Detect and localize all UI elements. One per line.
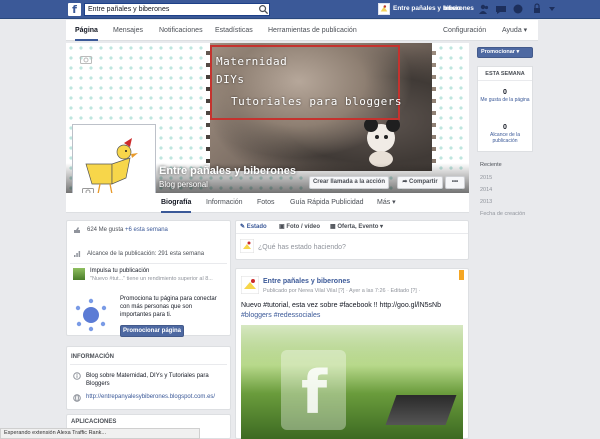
page-title[interactable]: Entre pañales y biberones — [159, 165, 296, 177]
reach-icon — [74, 251, 81, 257]
info-header: INFORMACIÓN — [71, 354, 114, 360]
info-icon — [73, 372, 81, 380]
timeline-2014[interactable]: 2014 — [480, 187, 492, 193]
likes-count[interactable]: 624 Me gusta +6 esta semana — [87, 227, 168, 233]
composer-photo-label: Foto / vídeo — [286, 224, 321, 230]
timeline-created[interactable]: Fecha de creación — [480, 211, 525, 217]
top-page-name-link[interactable]: Entre pañales y biberones — [393, 4, 474, 14]
composer-tab-offer[interactable]: ▦ Oferta, Evento ▾ — [330, 223, 383, 230]
more-options-button[interactable]: ••• — [445, 176, 465, 189]
week-likes-link[interactable]: Me gusta de la página — [480, 97, 530, 103]
website-link[interactable]: http://entrepanyalesybiberones.blogspot.… — [86, 394, 215, 400]
laptop-shape — [385, 395, 457, 425]
boost-thumbnail — [73, 268, 85, 280]
toy-figure-icon — [364, 118, 400, 167]
privacy-lock-icon[interactable] — [531, 3, 543, 15]
share-label: Compartir — [409, 179, 438, 185]
tab-biografia[interactable]: Biografía — [161, 193, 192, 213]
tab-guia-publicidad[interactable]: Guía Rápida Publicidad — [290, 193, 364, 213]
timeline-2015[interactable]: 2015 — [480, 175, 492, 181]
settings-dropdown-icon[interactable] — [546, 3, 558, 15]
tab-mensajes[interactable]: Mensajes — [113, 20, 143, 41]
friend-requests-icon[interactable] — [478, 3, 490, 15]
post-hashtags[interactable]: #bloggers #redessociales — [241, 312, 320, 319]
messages-icon[interactable] — [495, 3, 507, 15]
browser-status-bar: Esperando extensión Alexa Traffic Rank..… — [0, 428, 200, 439]
promote-page-button[interactable]: Promocionar página — [120, 325, 184, 337]
share-button[interactable]: ➦ Compartir — [397, 176, 443, 189]
bookmark-icon[interactable] — [459, 270, 464, 280]
like-icon — [74, 227, 80, 233]
tab-notificaciones[interactable]: Notificaciones — [159, 20, 203, 41]
search-input[interactable]: Entre pañales y biberones — [84, 3, 270, 16]
timeline-2013[interactable]: 2013 — [480, 199, 492, 205]
post-author-avatar[interactable] — [241, 276, 259, 294]
week-likes-count: 0 — [503, 89, 507, 96]
home-link[interactable]: Inicio — [444, 4, 461, 14]
call-to-action-button[interactable]: Crear llamada a la acción — [309, 176, 389, 189]
boost-subtitle: "Nuevo #tut..." tiene un rendimiento sup… — [90, 276, 213, 282]
cover-line-1: Maternidad — [216, 55, 288, 68]
search-icon[interactable] — [258, 4, 269, 15]
globe-icon — [73, 394, 81, 402]
divider — [478, 80, 532, 81]
tab-fotos[interactable]: Fotos — [257, 193, 275, 213]
cover-line-3: Tutoriales para bloggers — [231, 95, 402, 108]
page-thumbnail-icon[interactable] — [378, 3, 390, 15]
facebook-logo-overlay-icon: f — [281, 350, 346, 430]
composer-status-label: Estado — [246, 224, 267, 230]
composer-offer-label: Oferta, Evento ▾ — [337, 224, 384, 230]
tab-configuracion[interactable]: Configuración — [443, 20, 486, 41]
composer-tab-status[interactable]: ✎ Estado — [240, 223, 267, 230]
notifications-icon[interactable] — [512, 3, 524, 15]
post-reach[interactable]: Alcance de la publicación: 291 esta sema… — [87, 251, 204, 257]
composer-tab-photo[interactable]: ▣ Foto / vídeo — [279, 223, 320, 230]
apps-header: APLICACIONES — [71, 419, 117, 425]
promo-text: Promociona tu página para conectar con m… — [120, 296, 217, 318]
timeline-recent[interactable]: Reciente — [480, 162, 502, 168]
likes-week: +6 esta semana — [125, 227, 168, 233]
tab-mas[interactable]: Más ▾ — [377, 193, 396, 213]
composer-avatar-icon — [240, 239, 254, 253]
facebook-logo-icon[interactable]: f — [68, 3, 81, 16]
cover-line-2: DIYs — [216, 73, 245, 86]
divider — [236, 233, 468, 234]
tab-herramientas[interactable]: Herramientas de publicación — [268, 20, 357, 41]
divider — [70, 364, 227, 365]
boost-title[interactable]: Impulsa tu publicación — [90, 268, 149, 274]
camera-icon[interactable] — [80, 55, 92, 64]
post-text: Nuevo #tutorial, esta vez sobre #faceboo… — [241, 302, 442, 309]
tab-pagina[interactable]: Página — [75, 20, 98, 41]
help-dropdown[interactable]: Ayuda ▾ — [502, 20, 527, 41]
people-network-icon — [75, 298, 107, 332]
post-meta: Publicado por Nerea Vilal Vilal [?] · Ay… — [263, 288, 421, 294]
week-reach-count: 0 — [503, 124, 507, 131]
tab-estadisticas[interactable]: Estadísticas — [215, 20, 253, 41]
week-reach-link[interactable]: Alcance de la publicación — [480, 132, 530, 144]
week-header: ESTA SEMANA — [485, 71, 525, 77]
tab-informacion[interactable]: Información — [206, 193, 243, 213]
post-image[interactable]: f — [241, 325, 463, 439]
image-light — [241, 325, 463, 365]
divider — [70, 263, 227, 264]
post-author[interactable]: Entre pañales y biberones — [263, 278, 350, 285]
info-description: Blog sobre Maternidad, DIYs y Tutoriales… — [86, 373, 209, 387]
page-category[interactable]: Blog personal — [159, 180, 208, 189]
reach-value: 291 esta semana — [158, 251, 205, 257]
composer-input[interactable]: ¿Qué has estado haciendo? — [258, 244, 346, 251]
promote-button[interactable]: Promocionar ▾ — [477, 47, 533, 58]
